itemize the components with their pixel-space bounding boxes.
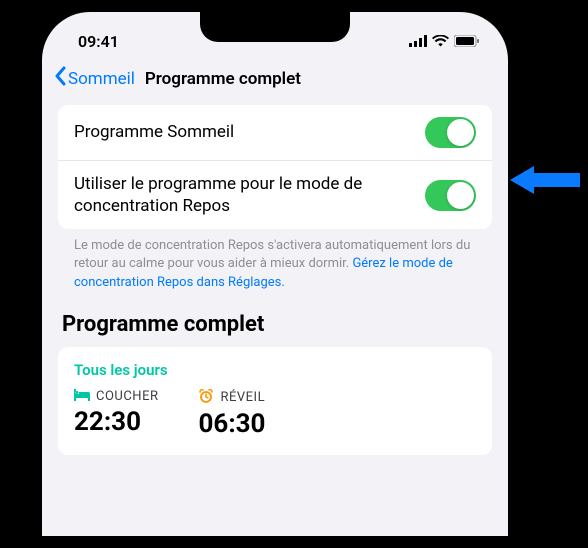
- sleep-program-label: Programme Sommeil: [74, 121, 425, 143]
- bed-icon: [74, 389, 90, 405]
- section-title: Programme complet: [58, 292, 492, 347]
- footer-text: Le mode de concentration Repos s'activer…: [58, 229, 492, 292]
- status-time: 09:41: [78, 32, 119, 51]
- power-button: [520, 200, 524, 280]
- use-focus-toggle[interactable]: [425, 180, 476, 211]
- phone-screen: 09:41 Sommeil Programme complet: [42, 12, 508, 536]
- sleep-program-toggle[interactable]: [425, 117, 476, 148]
- nav-bar: Sommeil Programme complet: [42, 56, 508, 105]
- sleep-program-row: Programme Sommeil: [58, 105, 492, 160]
- wake-value: 06:30: [198, 409, 265, 439]
- back-label: Sommeil: [68, 69, 135, 89]
- chevron-left-icon: [54, 66, 66, 91]
- use-focus-label: Utiliser le programme pour le mode de co…: [74, 173, 425, 217]
- status-indicators: [409, 32, 480, 51]
- bedtime-label: COUCHER: [96, 389, 158, 404]
- bedtime-column: COUCHER 22:30: [74, 389, 158, 439]
- annotation-arrow: [510, 162, 580, 202]
- toggle-knob: [447, 182, 474, 209]
- wake-column: RÉVEIL 06:30: [198, 389, 265, 439]
- wifi-icon: [432, 32, 449, 51]
- alarm-icon: [198, 389, 214, 407]
- phone-frame: 09:41 Sommeil Programme complet: [30, 0, 520, 548]
- toggle-knob: [447, 119, 474, 146]
- schedule-days: Tous les jours: [74, 361, 476, 379]
- back-button[interactable]: Sommeil: [54, 66, 135, 91]
- wake-label: RÉVEIL: [220, 390, 265, 405]
- battery-icon: [454, 32, 480, 51]
- cellular-icon: [409, 32, 427, 51]
- use-focus-row: Utiliser le programme pour le mode de co…: [58, 160, 492, 229]
- settings-card: Programme Sommeil Utiliser le programme …: [58, 105, 492, 229]
- notch: [200, 12, 350, 42]
- schedule-card[interactable]: Tous les jours COUCHER 22:30: [58, 347, 492, 455]
- bedtime-value: 22:30: [74, 407, 158, 437]
- page-title: Programme complet: [145, 69, 301, 89]
